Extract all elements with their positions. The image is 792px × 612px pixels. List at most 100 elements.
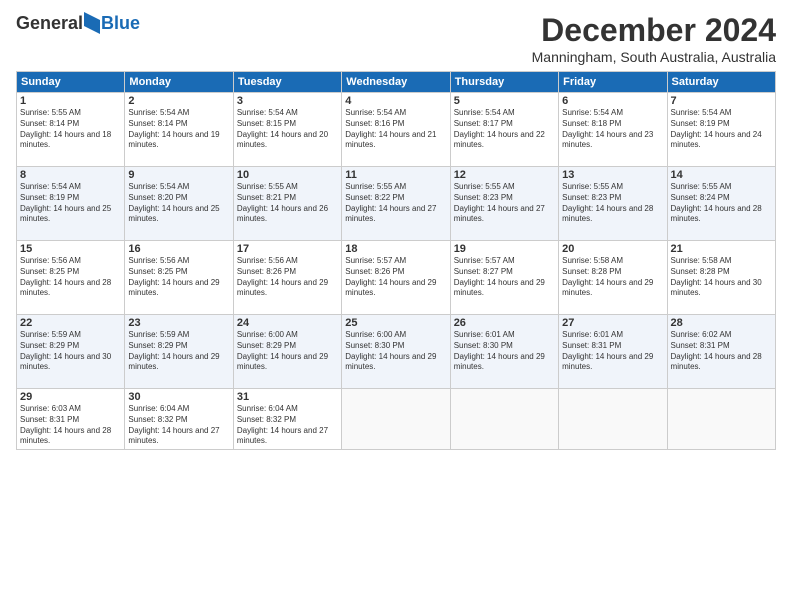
day-info: Sunrise: 6:01 AMSunset: 8:30 PMDaylight:… [454,330,555,373]
day-info: Sunrise: 5:57 AMSunset: 8:27 PMDaylight:… [454,256,555,299]
table-row: 7 Sunrise: 5:54 AMSunset: 8:19 PMDayligh… [667,93,775,167]
table-row: 14 Sunrise: 5:55 AMSunset: 8:24 PMDaylig… [667,167,775,241]
col-thursday: Thursday [450,72,558,93]
table-row: 5 Sunrise: 5:54 AMSunset: 8:17 PMDayligh… [450,93,558,167]
day-info: Sunrise: 5:54 AMSunset: 8:19 PMDaylight:… [20,182,121,225]
table-row: 30 Sunrise: 6:04 AMSunset: 8:32 PMDaylig… [125,389,233,450]
calendar: Sunday Monday Tuesday Wednesday Thursday… [16,71,776,450]
day-number: 16 [128,243,229,255]
table-row: 18 Sunrise: 5:57 AMSunset: 8:26 PMDaylig… [342,241,450,315]
logo: General Blue [16,12,140,34]
day-info: Sunrise: 5:56 AMSunset: 8:26 PMDaylight:… [237,256,338,299]
table-row: 6 Sunrise: 5:54 AMSunset: 8:18 PMDayligh… [559,93,667,167]
table-row: 20 Sunrise: 5:58 AMSunset: 8:28 PMDaylig… [559,241,667,315]
day-info: Sunrise: 5:54 AMSunset: 8:14 PMDaylight:… [128,108,229,151]
table-row: 16 Sunrise: 5:56 AMSunset: 8:25 PMDaylig… [125,241,233,315]
table-row: 9 Sunrise: 5:54 AMSunset: 8:20 PMDayligh… [125,167,233,241]
day-info: Sunrise: 6:00 AMSunset: 8:29 PMDaylight:… [237,330,338,373]
table-row: 28 Sunrise: 6:02 AMSunset: 8:31 PMDaylig… [667,315,775,389]
table-row: 17 Sunrise: 5:56 AMSunset: 8:26 PMDaylig… [233,241,341,315]
day-info: Sunrise: 5:59 AMSunset: 8:29 PMDaylight:… [128,330,229,373]
day-number: 21 [671,243,772,255]
day-info: Sunrise: 5:56 AMSunset: 8:25 PMDaylight:… [128,256,229,299]
title-block: December 2024 Manningham, South Australi… [532,12,776,65]
day-info: Sunrise: 6:03 AMSunset: 8:31 PMDaylight:… [20,404,121,447]
table-row [667,389,775,450]
table-row: 13 Sunrise: 5:55 AMSunset: 8:23 PMDaylig… [559,167,667,241]
day-number: 25 [345,317,446,329]
day-number: 6 [562,95,663,107]
header: General Blue December 2024 Manningham, S… [16,12,776,65]
day-info: Sunrise: 5:55 AMSunset: 8:23 PMDaylight:… [454,182,555,225]
day-number: 22 [20,317,121,329]
day-number: 24 [237,317,338,329]
table-row: 21 Sunrise: 5:58 AMSunset: 8:28 PMDaylig… [667,241,775,315]
day-number: 3 [237,95,338,107]
table-row [342,389,450,450]
table-row: 2 Sunrise: 5:54 AMSunset: 8:14 PMDayligh… [125,93,233,167]
table-row: 29 Sunrise: 6:03 AMSunset: 8:31 PMDaylig… [17,389,125,450]
day-info: Sunrise: 5:54 AMSunset: 8:15 PMDaylight:… [237,108,338,151]
subtitle: Manningham, South Australia, Australia [532,49,776,65]
day-info: Sunrise: 5:54 AMSunset: 8:18 PMDaylight:… [562,108,663,151]
day-number: 11 [345,169,446,181]
day-number: 17 [237,243,338,255]
day-info: Sunrise: 5:57 AMSunset: 8:26 PMDaylight:… [345,256,446,299]
day-number: 27 [562,317,663,329]
col-friday: Friday [559,72,667,93]
day-number: 31 [237,391,338,403]
day-info: Sunrise: 6:01 AMSunset: 8:31 PMDaylight:… [562,330,663,373]
day-info: Sunrise: 6:04 AMSunset: 8:32 PMDaylight:… [237,404,338,447]
table-row: 23 Sunrise: 5:59 AMSunset: 8:29 PMDaylig… [125,315,233,389]
day-info: Sunrise: 5:55 AMSunset: 8:23 PMDaylight:… [562,182,663,225]
table-row: 19 Sunrise: 5:57 AMSunset: 8:27 PMDaylig… [450,241,558,315]
table-row: 3 Sunrise: 5:54 AMSunset: 8:15 PMDayligh… [233,93,341,167]
day-number: 4 [345,95,446,107]
day-info: Sunrise: 5:54 AMSunset: 8:19 PMDaylight:… [671,108,772,151]
logo-general: General [16,13,83,34]
table-row: 26 Sunrise: 6:01 AMSunset: 8:30 PMDaylig… [450,315,558,389]
table-row: 12 Sunrise: 5:55 AMSunset: 8:23 PMDaylig… [450,167,558,241]
col-monday: Monday [125,72,233,93]
day-number: 26 [454,317,555,329]
table-row: 4 Sunrise: 5:54 AMSunset: 8:16 PMDayligh… [342,93,450,167]
day-info: Sunrise: 5:58 AMSunset: 8:28 PMDaylight:… [562,256,663,299]
day-number: 20 [562,243,663,255]
table-row: 8 Sunrise: 5:54 AMSunset: 8:19 PMDayligh… [17,167,125,241]
table-row: 24 Sunrise: 6:00 AMSunset: 8:29 PMDaylig… [233,315,341,389]
day-info: Sunrise: 5:54 AMSunset: 8:16 PMDaylight:… [345,108,446,151]
table-row: 10 Sunrise: 5:55 AMSunset: 8:21 PMDaylig… [233,167,341,241]
day-info: Sunrise: 6:02 AMSunset: 8:31 PMDaylight:… [671,330,772,373]
table-row: 31 Sunrise: 6:04 AMSunset: 8:32 PMDaylig… [233,389,341,450]
day-info: Sunrise: 5:55 AMSunset: 8:24 PMDaylight:… [671,182,772,225]
day-number: 14 [671,169,772,181]
table-row: 22 Sunrise: 5:59 AMSunset: 8:29 PMDaylig… [17,315,125,389]
day-info: Sunrise: 5:55 AMSunset: 8:21 PMDaylight:… [237,182,338,225]
day-number: 18 [345,243,446,255]
col-sunday: Sunday [17,72,125,93]
day-number: 9 [128,169,229,181]
day-info: Sunrise: 5:59 AMSunset: 8:29 PMDaylight:… [20,330,121,373]
day-number: 29 [20,391,121,403]
table-row [450,389,558,450]
table-row: 25 Sunrise: 6:00 AMSunset: 8:30 PMDaylig… [342,315,450,389]
logo-icon [84,12,100,34]
calendar-header-row: Sunday Monday Tuesday Wednesday Thursday… [17,72,776,93]
logo-text: General Blue [16,12,140,34]
day-number: 8 [20,169,121,181]
table-row [559,389,667,450]
day-number: 30 [128,391,229,403]
day-number: 28 [671,317,772,329]
page: General Blue December 2024 Manningham, S… [0,0,792,612]
table-row: 11 Sunrise: 5:55 AMSunset: 8:22 PMDaylig… [342,167,450,241]
day-number: 15 [20,243,121,255]
day-info: Sunrise: 5:58 AMSunset: 8:28 PMDaylight:… [671,256,772,299]
day-info: Sunrise: 5:55 AMSunset: 8:22 PMDaylight:… [345,182,446,225]
day-number: 5 [454,95,555,107]
logo-blue: Blue [101,13,140,34]
table-row: 15 Sunrise: 5:56 AMSunset: 8:25 PMDaylig… [17,241,125,315]
day-number: 23 [128,317,229,329]
day-number: 1 [20,95,121,107]
table-row: 1 Sunrise: 5:55 AMSunset: 8:14 PMDayligh… [17,93,125,167]
col-tuesday: Tuesday [233,72,341,93]
